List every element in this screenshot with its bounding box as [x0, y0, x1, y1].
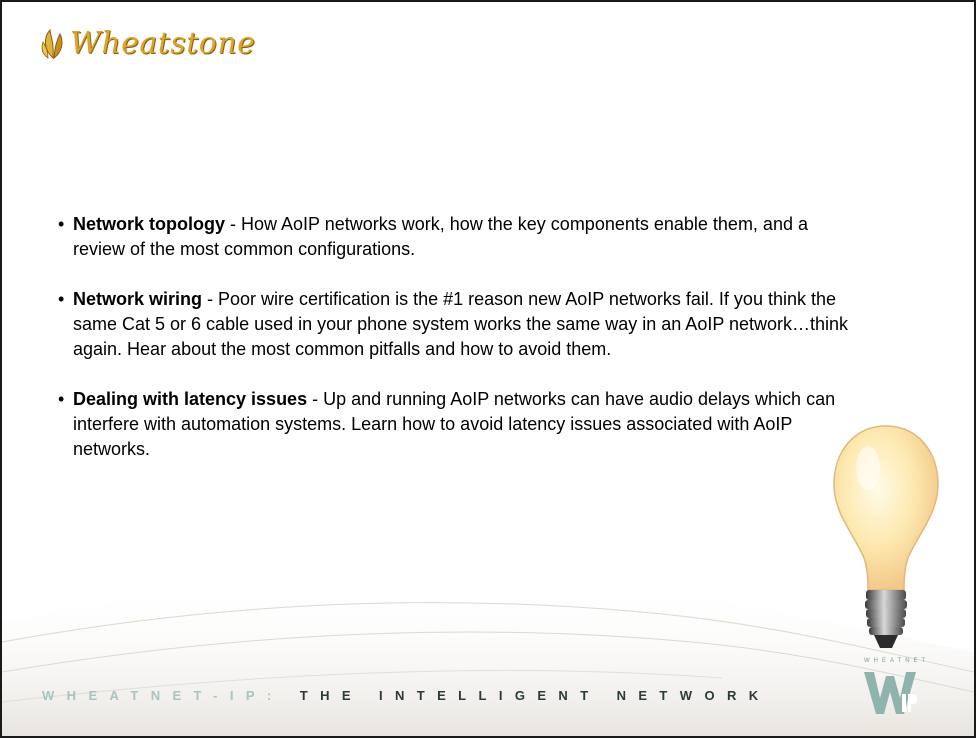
bullet-title: Network wiring: [73, 289, 203, 309]
bullet-list: • Network topology - How AoIP networks w…: [58, 212, 858, 487]
bullet-marker: •: [58, 389, 65, 409]
wheatnet-logo-icon: [864, 672, 917, 714]
bullet-item: • Network topology - How AoIP networks w…: [58, 212, 858, 262]
slide: Wheatstone • Network topology - How AoIP…: [0, 0, 976, 738]
bullet-title: Dealing with latency issues: [73, 389, 308, 409]
tagline-rest: THE INTELLIGENT NETWORK: [299, 688, 771, 703]
bullet-marker: •: [58, 289, 65, 309]
bullet-marker: •: [58, 214, 65, 234]
light-bulb-icon: [833, 425, 939, 648]
bullet-title: Network topology: [73, 214, 225, 234]
tagline-brand: WHEATNET-IP:: [42, 688, 284, 703]
footer-tagline: WHEATNET-IP: THE INTELLIGENT NETWORK: [42, 688, 771, 703]
wheat-leaf-icon: [41, 28, 63, 60]
bullet-item: • Network wiring - Poor wire certificati…: [58, 287, 858, 362]
bullet-item: • Dealing with latency issues - Up and r…: [58, 387, 858, 462]
logo-text: Wheatstone: [70, 26, 256, 61]
footer-swoosh: [2, 582, 974, 736]
wheatstone-logo: Wheatstone: [40, 28, 255, 60]
